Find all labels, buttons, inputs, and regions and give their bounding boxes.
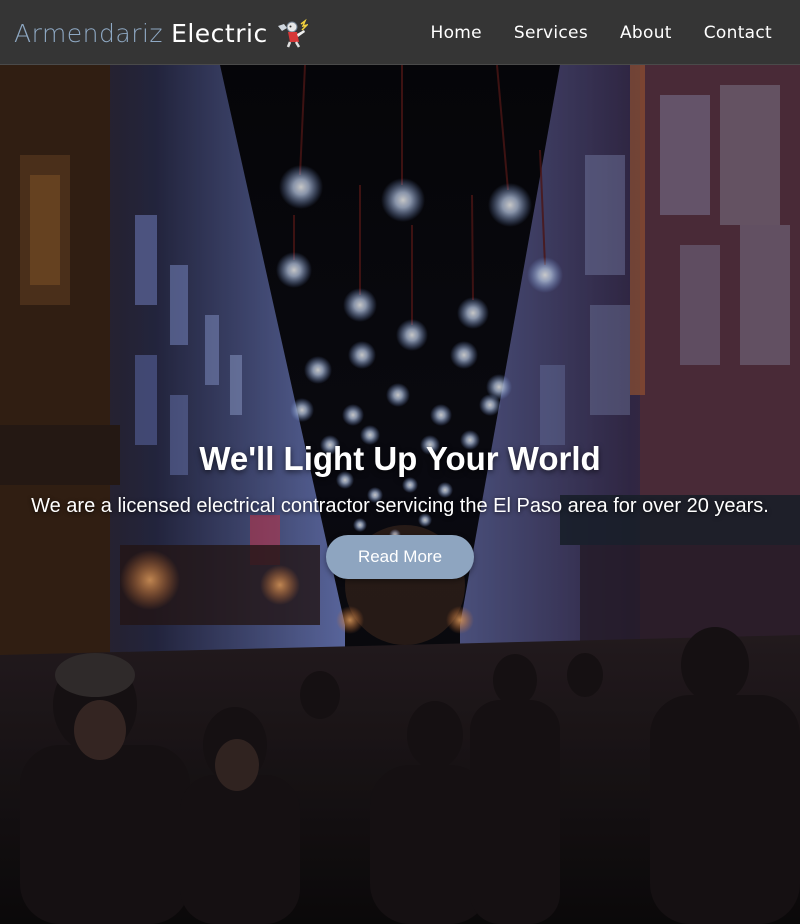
hero-subtitle: We are a licensed electrical contractor … [31,495,769,517]
logo-text-first: Armendariz [14,18,164,48]
hero-content: We'll Light Up Your World We are a licen… [0,440,800,579]
main-nav: Home Services About Contact [430,0,772,65]
logo-text: Armendariz Electric [14,21,268,46]
site-header: Armendariz Electric Home Services About C… [0,0,800,65]
nav-about[interactable]: About [620,23,672,43]
electrician-mascot-icon [277,18,308,48]
hero-title: We'll Light Up Your World [199,440,601,477]
read-more-button[interactable]: Read More [326,535,474,579]
nav-contact[interactable]: Contact [704,23,772,43]
nav-home[interactable]: Home [430,23,481,43]
page: Armendariz Electric Home Services About C… [0,0,800,924]
logo-text-second: Electric [171,18,268,48]
hero-section: We'll Light Up Your World We are a licen… [0,65,800,924]
site-logo[interactable]: Armendariz Electric [14,14,308,52]
nav-services[interactable]: Services [514,23,588,43]
